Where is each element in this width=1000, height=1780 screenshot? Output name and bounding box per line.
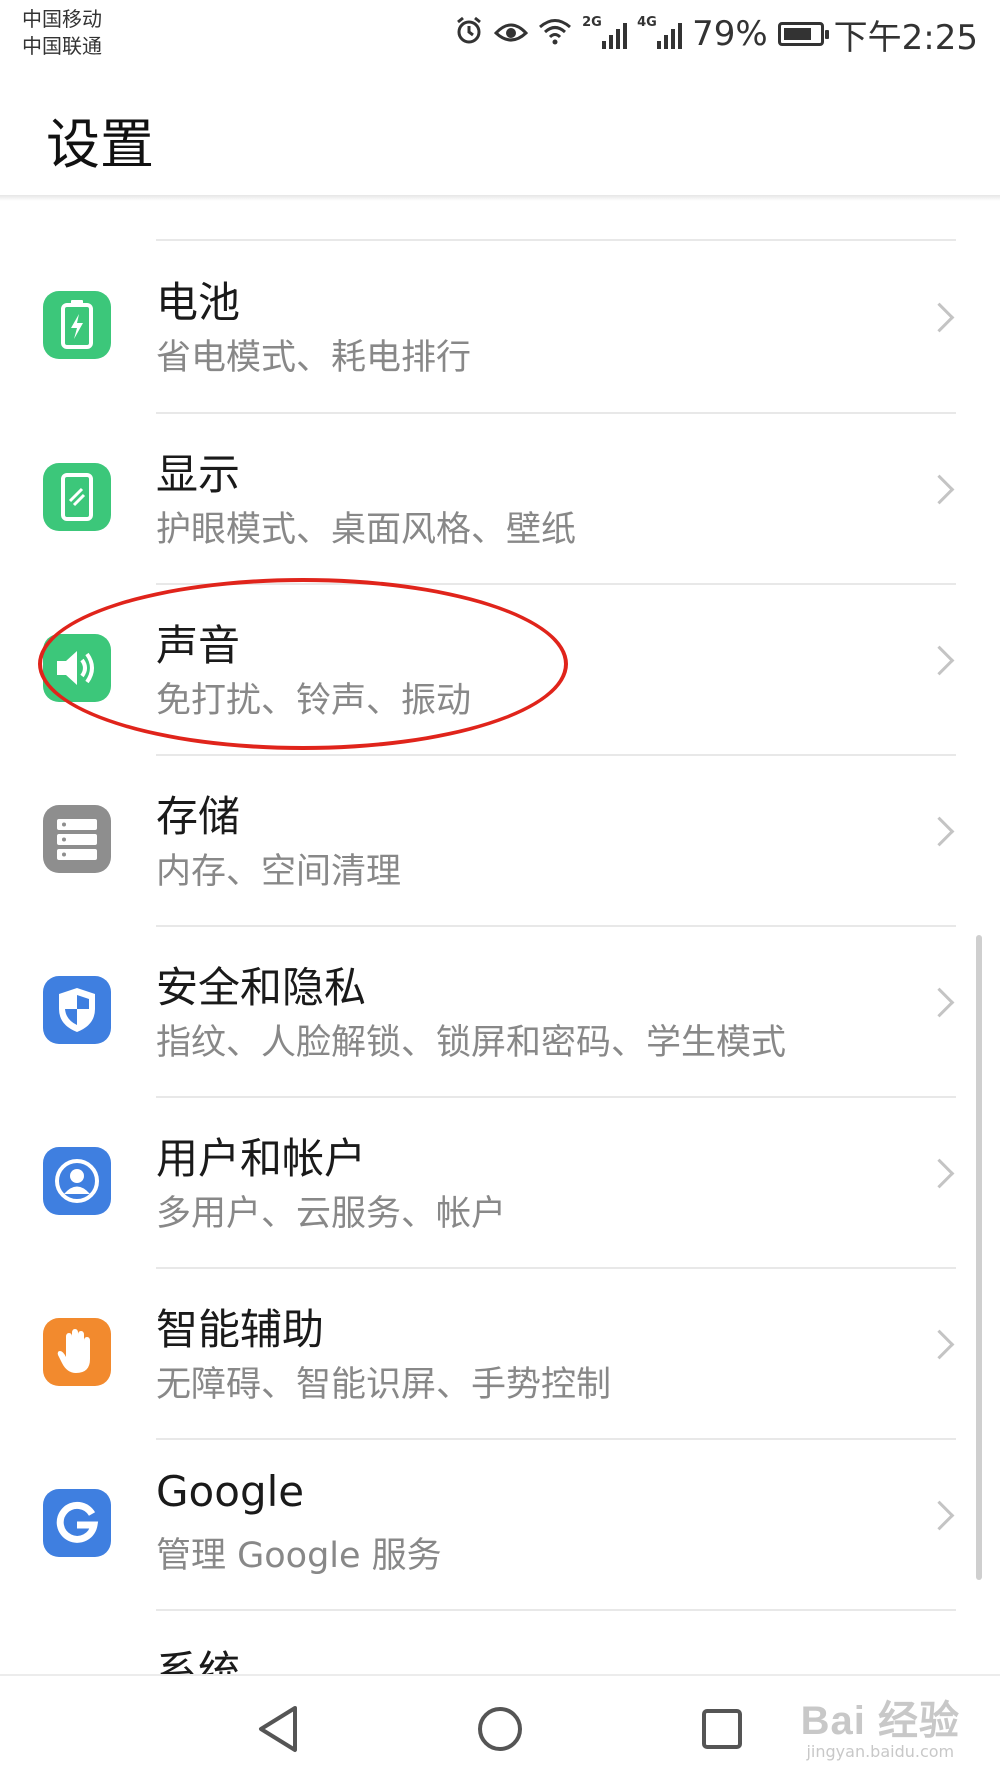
- carrier-labels: 中国移动 中国联通: [22, 6, 102, 60]
- battery-icon: [777, 22, 829, 46]
- navigation-bar: Bai 经验 jingyan.baidu.com: [0, 1674, 1000, 1780]
- settings-item-storage[interactable]: 存储 内存、空间清理: [0, 755, 1000, 926]
- scrollbar[interactable]: [976, 935, 982, 1580]
- recents-icon[interactable]: [687, 1694, 757, 1764]
- settings-item-users-accounts[interactable]: 用户和帐户 多用户、云服务、帐户: [0, 1097, 1000, 1268]
- signal-icon-sim1: 2G: [582, 15, 628, 49]
- clock: 下午2:25: [833, 17, 978, 58]
- settings-header: 设置: [0, 70, 1000, 195]
- settings-item-display[interactable]: 显示 护眼模式、桌面风格、壁纸: [0, 413, 1000, 584]
- item-subtitle: 管理 Google 服务: [156, 1536, 442, 1576]
- eye-comfort-icon: [493, 14, 529, 54]
- chevron-right-icon: [924, 816, 955, 847]
- item-title: 显示: [156, 450, 241, 499]
- item-subtitle: 内存、空间清理: [156, 852, 402, 892]
- item-title: 电池: [156, 278, 241, 327]
- page-title: 设置: [46, 113, 154, 176]
- battery-icon: [43, 291, 111, 359]
- battery-level-fill: [783, 28, 811, 40]
- back-icon[interactable]: [243, 1694, 313, 1764]
- home-icon[interactable]: [465, 1694, 535, 1764]
- chevron-right-icon: [924, 1500, 955, 1531]
- highlight-annotation: [38, 578, 568, 750]
- chevron-right-icon: [924, 987, 955, 1018]
- item-subtitle: 护眼模式、桌面风格、壁纸: [156, 510, 577, 550]
- settings-item-security-privacy[interactable]: 安全和隐私 指纹、人脸解锁、锁屏和密码、学生模式: [0, 926, 1000, 1097]
- wifi-icon: [538, 14, 572, 54]
- item-subtitle: 多用户、云服务、帐户: [156, 1194, 507, 1234]
- carrier-1: 中国移动: [22, 7, 102, 31]
- chevron-right-icon: [924, 1158, 955, 1189]
- item-title: Google: [156, 1467, 305, 1516]
- storage-icon: [43, 805, 111, 873]
- google-icon: [43, 1489, 111, 1557]
- settings-item-google[interactable]: Google 管理 Google 服务: [0, 1439, 1000, 1610]
- item-subtitle: 指纹、人脸解锁、锁屏和密码、学生模式: [156, 1023, 787, 1063]
- item-title: 智能辅助: [156, 1305, 325, 1354]
- item-title: 存储: [156, 792, 241, 841]
- chevron-right-icon: [924, 474, 955, 505]
- settings-item-smart-assistance[interactable]: 智能辅助 无障碍、智能识屏、手势控制: [0, 1268, 1000, 1439]
- battery-percent: 79%: [692, 14, 768, 54]
- item-subtitle: 省电模式、耗电排行: [156, 338, 472, 378]
- alarm-icon: [454, 14, 484, 54]
- watermark-logo: Bai 经验: [800, 1699, 960, 1743]
- network-type-1: 2G: [582, 15, 602, 30]
- chevron-right-icon: [924, 645, 955, 676]
- item-subtitle: 无障碍、智能识屏、手势控制: [156, 1365, 612, 1405]
- settings-list[interactable]: 电池 省电模式、耗电排行 显示 护眼模式、桌面风格、壁纸 声音 免打扰、铃声、振…: [0, 201, 1000, 1674]
- watermark-url: jingyan.baidu.com: [806, 1742, 955, 1761]
- user-icon: [43, 1147, 111, 1215]
- item-title: 系统: [156, 1647, 241, 1674]
- display-icon: [43, 463, 111, 531]
- network-type-2: 4G: [637, 15, 657, 30]
- status-bar: 中国移动 中国联通 2G 4G 79% 下午2:25: [0, 0, 1000, 70]
- baidu-watermark: Bai 经验 jingyan.baidu.com: [801, 1688, 960, 1761]
- signal-icon-sim2: 4G: [637, 15, 683, 49]
- hand-icon: [43, 1318, 111, 1386]
- item-title: 用户和帐户: [156, 1134, 367, 1183]
- settings-item-system[interactable]: 系统: [0, 1610, 1000, 1674]
- status-indicators: 2G 4G 79% 下午2:25: [454, 12, 978, 58]
- item-title: 安全和隐私: [156, 963, 367, 1012]
- chevron-right-icon: [924, 1329, 955, 1360]
- settings-item-battery[interactable]: 电池 省电模式、耗电排行: [0, 241, 1000, 412]
- shield-icon: [43, 976, 111, 1044]
- carrier-2: 中国联通: [22, 34, 102, 58]
- chevron-right-icon: [924, 302, 955, 333]
